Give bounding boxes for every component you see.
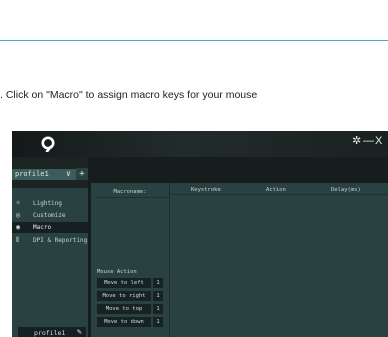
sidebar-item-label: DPI & Reporting [33,237,88,244]
macro-panel: Macroname: Mouse Action Move to left 1 M… [91,183,388,337]
move-right-button[interactable]: Move to right [97,291,151,301]
column-header-delay: Delay(ms) [331,187,361,193]
sidebar-item-dpi-reporting[interactable]: ⫴ DPI & Reporting [12,235,88,246]
move-down-button[interactable]: Move to down [97,317,151,327]
settings-gear-icon[interactable]: ✲ [352,135,361,147]
sliders-icon: ⫴ [16,236,19,244]
profile-select[interactable]: profile1 ∨ + [12,168,88,180]
top-divider [0,40,388,41]
bulb-icon: ☼ [16,199,21,207]
macro-list: Macroname: Mouse Action Move to left 1 M… [91,183,170,337]
divider [95,197,167,198]
profile-footer[interactable]: profile1 ✎ [18,327,86,337]
add-profile-button[interactable]: + [76,168,88,180]
target-icon: ◎ [16,211,21,219]
instruction-text: . Click on "Macro" to assign macro keys … [0,89,258,101]
profile-footer-label: profile1 [34,329,66,337]
sidebar-menu: ☼ Lighting ◎ Customize ◉ Macro ⫴ DPI & R… [12,188,88,337]
close-button[interactable]: X [375,135,382,147]
move-right-count[interactable]: 1 [153,291,163,301]
macro-name-header: Macroname: [113,189,147,195]
title-bar: ✲ — X [12,131,388,157]
sidebar: profile1 ∨ + ☼ Lighting ◎ Customize ◉ Ma… [12,157,88,337]
move-top-button[interactable]: Move to top [97,304,151,314]
divider [171,194,388,195]
sidebar-item-lighting[interactable]: ☼ Lighting [12,198,88,209]
move-left-button[interactable]: Move to left [97,278,151,288]
move-top-count[interactable]: 1 [153,304,163,314]
edit-icon[interactable]: ✎ [77,327,82,336]
minimize-button[interactable]: — [363,135,374,147]
mouse-action-label: Mouse Action [97,269,137,275]
macro-icon: ◉ [16,223,21,231]
column-header-action: Action [266,187,286,193]
move-left-count[interactable]: 1 [153,278,163,288]
sidebar-item-label: Lighting [33,200,62,207]
sidebar-item-macro[interactable]: ◉ Macro [12,222,88,233]
column-header-keystroke: Keystroke [191,187,221,193]
sidebar-item-label: Macro [33,224,52,231]
brand-logo-icon [41,136,55,152]
sidebar-item-customize[interactable]: ◎ Customize [12,210,88,221]
macro-event-table: Keystroke Action Delay(ms) [171,183,388,337]
profile-select-value: profile1 [15,170,49,178]
app-window: ✲ — X profile1 ∨ + ☼ Lighting ◎ Customiz… [12,131,388,337]
chevron-down-icon[interactable]: ∨ [66,169,71,178]
move-down-count[interactable]: 1 [153,317,163,327]
sidebar-item-label: Customize [33,212,66,219]
